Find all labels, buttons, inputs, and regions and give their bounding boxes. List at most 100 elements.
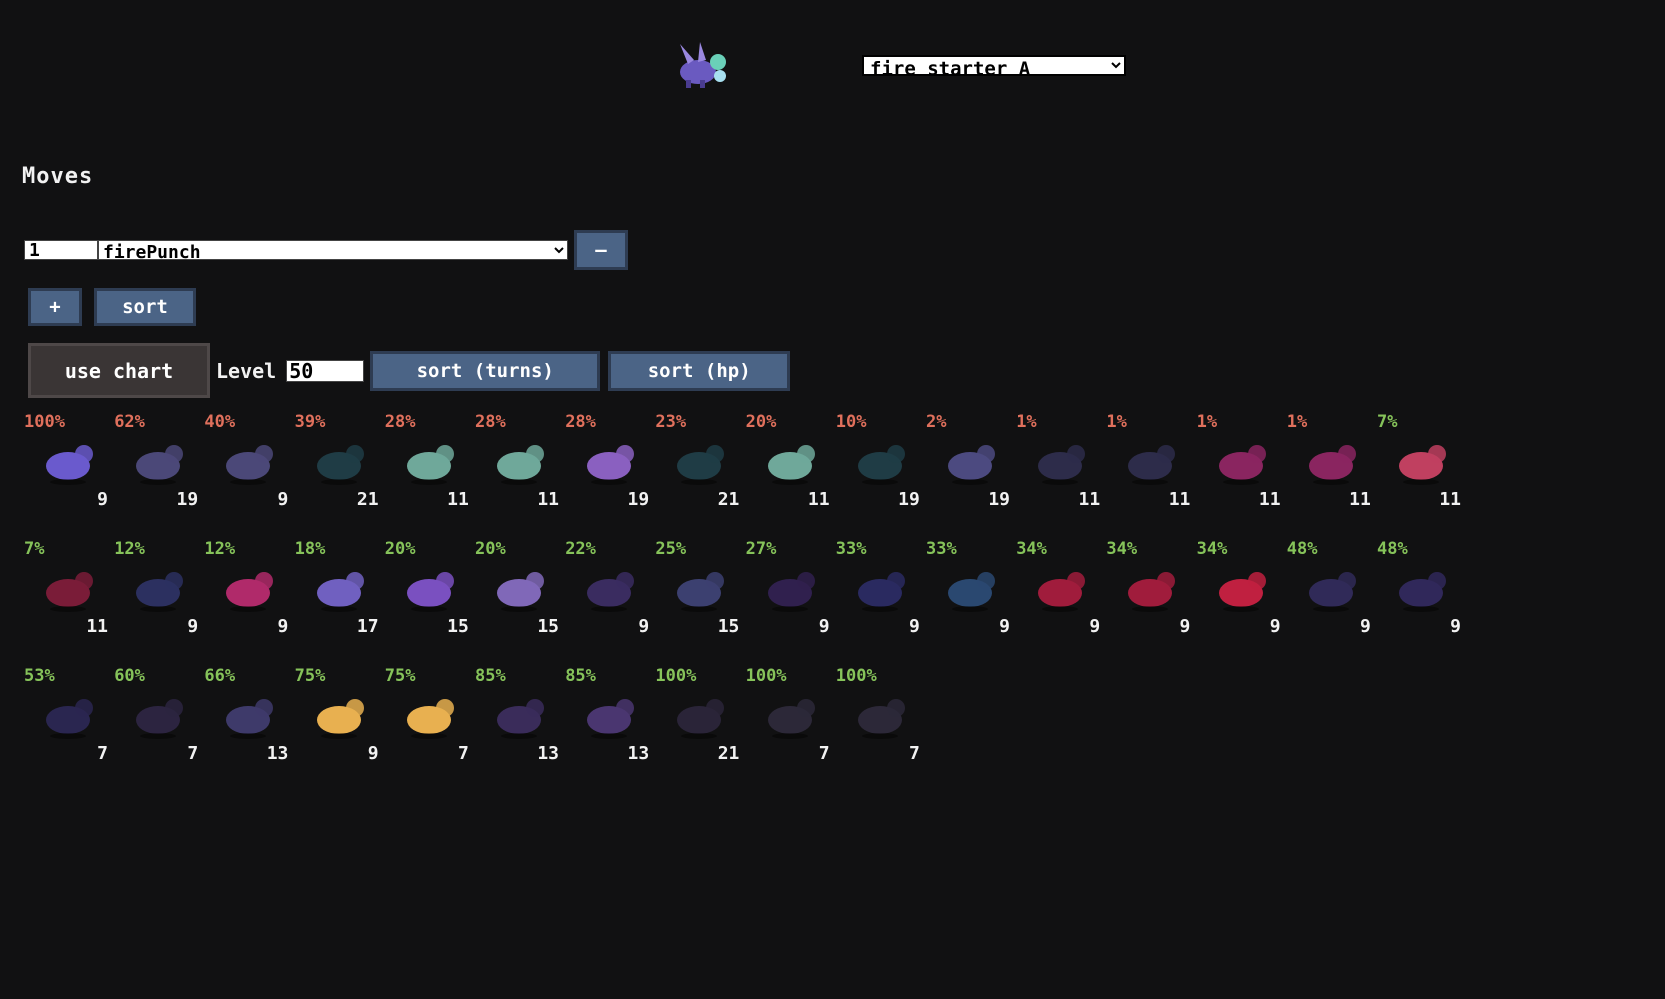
yellow-flower-icon	[406, 699, 454, 739]
damage-percent: 100%	[655, 666, 697, 686]
opponent-cell: 1% 11	[1014, 412, 1104, 522]
damage-percent: 12%	[114, 539, 145, 559]
damage-percent: 100%	[24, 412, 65, 432]
damage-percent: 48%	[1377, 539, 1408, 559]
purple-bunny-sprite-icon	[680, 42, 726, 88]
damage-percent: 66%	[204, 666, 236, 686]
turns-count: 15	[717, 616, 740, 637]
damage-percent: 28%	[475, 412, 506, 432]
turns-count: 19	[898, 489, 920, 510]
opponent-cell: 75% 9	[293, 666, 383, 776]
tiny-imp-icon	[136, 699, 184, 739]
opponent-cell: 48% 9	[1285, 539, 1375, 649]
dark-snake-icon	[46, 699, 93, 739]
opponent-cell: 85% 13	[563, 666, 653, 776]
turns-count: 7	[457, 743, 469, 764]
move-select[interactable]: firePunch	[98, 240, 568, 260]
opponent-cell: 66% 13	[202, 666, 292, 776]
opponent-cell: 20% 15	[473, 539, 563, 649]
opponent-cell: 2% 19	[924, 412, 1014, 522]
turns-count: 15	[447, 616, 469, 637]
purple-bunny-icon	[316, 572, 364, 612]
leaf-fox-icon	[406, 445, 454, 485]
opponent-cell: 12% 9	[202, 539, 292, 649]
opponent-cell: 1% 11	[1104, 412, 1194, 522]
toad-monster-icon	[226, 699, 274, 739]
turns-count: 9	[1089, 616, 1101, 637]
add-move-button[interactable]: +	[28, 288, 82, 326]
damage-percent: 2%	[926, 412, 947, 432]
turns-count: 7	[908, 743, 920, 764]
turns-count: 11	[807, 489, 830, 510]
turns-count: 9	[277, 489, 289, 510]
turns-count: 11	[1439, 489, 1461, 510]
spiky-hedgehog-icon	[587, 699, 635, 739]
opponent-cell: 62% 19	[112, 412, 202, 522]
shadow-lizard-icon	[316, 445, 364, 485]
turns-count: 9	[187, 616, 199, 637]
turns-count: 15	[537, 616, 559, 637]
squid-monster-icon	[587, 445, 635, 485]
damage-percent: 34%	[1106, 539, 1138, 559]
damage-percent: 75%	[294, 666, 326, 686]
turns-count: 9	[1359, 616, 1371, 637]
move-actions: + sort	[28, 288, 196, 326]
opponent-cell: 20% 11	[744, 412, 834, 522]
turns-count: 19	[988, 489, 1010, 510]
species-select[interactable]: fire_starter_A	[862, 54, 1126, 76]
opponent-cell: 60% 7	[112, 666, 202, 776]
damage-percent: 85%	[565, 666, 596, 686]
turns-count: 13	[266, 743, 289, 764]
damage-percent: 48%	[1286, 539, 1318, 559]
sort-moves-button[interactable]: sort	[94, 288, 196, 326]
damage-percent: 1%	[1286, 412, 1308, 432]
damage-percent: 34%	[1016, 539, 1047, 559]
opponent-cell: 28% 11	[473, 412, 563, 522]
opponent-cell: 7% 11	[1375, 412, 1465, 522]
blue-serpent-icon	[948, 572, 995, 612]
damage-percent: 25%	[655, 539, 687, 559]
damage-percent: 75%	[384, 666, 416, 686]
opponent-cell: 22% 9	[563, 539, 653, 649]
opponent-cell: 48% 9	[1375, 539, 1465, 649]
vine-bear-icon	[1038, 445, 1086, 485]
opponent-cell: 33% 9	[924, 539, 1014, 649]
toad-monster-icon	[136, 445, 184, 485]
toad-monster-icon	[226, 445, 274, 485]
damage-percent: 18%	[294, 539, 326, 559]
move-slot-input[interactable]	[24, 240, 98, 260]
sort-turns-button[interactable]: sort (turns)	[370, 350, 601, 391]
turns-count: 9	[277, 616, 289, 637]
opponent-cell: 25% 15	[653, 539, 743, 649]
crystal-golem-icon	[677, 572, 725, 612]
turns-count: 19	[176, 489, 199, 510]
turns-count: 11	[1349, 489, 1371, 510]
remove-move-button[interactable]: –	[574, 230, 628, 270]
damage-percent: 1%	[1106, 412, 1127, 432]
damage-percent: 23%	[655, 412, 687, 432]
turns-count: 9	[999, 616, 1010, 637]
turns-count: 9	[908, 616, 920, 637]
turns-count: 9	[1450, 616, 1461, 637]
species-header: fire_starter_A	[670, 40, 1126, 90]
turns-count: 9	[367, 743, 379, 764]
fire-salamander-icon	[1218, 572, 1266, 612]
turns-count: 17	[356, 616, 379, 637]
crystal-golem-icon	[948, 445, 995, 485]
damage-percent: 85%	[475, 666, 506, 686]
damage-percent: 53%	[24, 666, 55, 686]
turns-count: 9	[818, 616, 830, 637]
use-chart-button[interactable]: use chart	[28, 343, 210, 398]
level-input[interactable]	[286, 359, 365, 382]
damage-percent: 1%	[1016, 412, 1037, 432]
opponent-cell: 1% 11	[1195, 412, 1285, 522]
damage-percent: 27%	[745, 539, 777, 559]
damage-percent: 33%	[926, 539, 957, 559]
turns-count: 11	[537, 489, 559, 510]
damage-percent: 100%	[835, 666, 877, 686]
damage-percent: 34%	[1196, 539, 1228, 559]
turns-count: 21	[717, 743, 740, 764]
sort-hp-button[interactable]: sort (hp)	[608, 350, 791, 391]
damage-percent: 20%	[475, 539, 506, 559]
turns-count: 11	[1078, 489, 1101, 510]
